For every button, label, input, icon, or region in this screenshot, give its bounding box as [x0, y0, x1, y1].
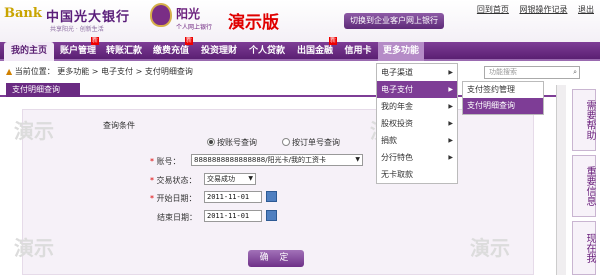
- search-icon[interactable]: ⌕: [573, 67, 577, 78]
- start-date-label: * 开始日期：: [150, 194, 197, 203]
- breadcrumb-item: 支付明细查询: [144, 67, 193, 76]
- chevron-right-icon: ▶: [448, 137, 453, 144]
- help-button[interactable]: 需要帮助: [572, 89, 596, 151]
- brand-title: 阳光: [176, 7, 201, 21]
- brand-subtitle: 个人网上银行: [176, 24, 213, 31]
- menu-item-cardless[interactable]: 无卡取款: [377, 166, 457, 183]
- scrollbar[interactable]: [556, 85, 566, 275]
- new-tag: 新: [184, 37, 193, 45]
- operation-log-link[interactable]: 网银操作记录: [519, 5, 567, 14]
- radio-checked-icon[interactable]: [207, 138, 215, 146]
- confirm-button[interactable]: 确 定: [248, 250, 304, 267]
- status-label: * 交易状态：: [150, 176, 197, 185]
- home-link[interactable]: 回到首页: [477, 5, 509, 14]
- nav-overseas[interactable]: 出国金融新: [292, 37, 338, 61]
- calendar-icon[interactable]: [266, 210, 277, 221]
- logout-link[interactable]: 退出: [578, 5, 594, 14]
- brand-emblem-icon: [150, 3, 172, 27]
- radio-by-order[interactable]: 按订单号查询: [282, 137, 340, 148]
- demo-badge: 演示版: [228, 13, 279, 33]
- bank-name: 中国光大银行: [46, 10, 131, 25]
- end-date-input[interactable]: 2011-11-01: [204, 210, 262, 222]
- chevron-right-icon: ▶: [448, 103, 453, 110]
- nav-payment[interactable]: 缴费充值新: [148, 37, 194, 61]
- main-nav: 我的主页 账户管理新 转账汇款 缴费充值新 投资理财 个人贷款 出国金融新 信用…: [0, 37, 600, 61]
- submenu-item-payment-detail[interactable]: 支付明细查询: [463, 98, 543, 114]
- end-date-label: 结束日期：: [157, 213, 197, 222]
- menu-item-annuity[interactable]: 我的年金 ▶: [377, 98, 457, 115]
- chevron-right-icon: ▶: [448, 86, 453, 93]
- menu-item-electronic-payment[interactable]: 电子支付 ▶: [377, 81, 457, 98]
- nav-loan[interactable]: 个人贷款: [244, 42, 290, 61]
- new-tag: 新: [90, 37, 99, 45]
- top-links: 回到首页 网银操作记录 退出: [469, 4, 594, 15]
- header-bar: Bank 中国光大银行 共享阳光 · 创新生活 阳光 个人网上银行 演示版 切换…: [0, 0, 600, 42]
- payment-submenu: 支付签约管理 支付明细查询: [462, 81, 544, 115]
- chevron-down-icon: ▼: [355, 156, 360, 163]
- demo-watermark: 演示: [14, 236, 54, 260]
- chevron-right-icon: ▶: [448, 154, 453, 161]
- menu-item-equity[interactable]: 股权投资 ▶: [377, 115, 457, 132]
- nav-more[interactable]: 更多功能: [378, 42, 424, 61]
- nav-home[interactable]: 我的主页: [4, 42, 54, 61]
- right-sidebar: 需要帮助 重要信息 现在我: [568, 85, 600, 275]
- bank-logo: Bank: [4, 6, 42, 21]
- home-icon: ▲: [6, 67, 13, 76]
- chevron-down-icon: ▼: [248, 175, 253, 182]
- nav-investment[interactable]: 投资理财: [196, 42, 242, 61]
- tab-payment-detail[interactable]: 支付明细查询: [6, 83, 80, 97]
- section-title: 查询条件: [103, 121, 135, 130]
- chevron-right-icon: ▶: [448, 120, 453, 127]
- breadcrumb-item[interactable]: 电子支付: [101, 67, 133, 76]
- bank-slogan: 共享阳光 · 创新生活: [50, 26, 104, 33]
- demo-watermark: 演示: [470, 236, 510, 260]
- now-button[interactable]: 现在我: [572, 221, 596, 275]
- radio-by-account[interactable]: 按账号查询: [207, 137, 257, 148]
- submenu-item-payment-contract[interactable]: 支付签约管理: [463, 82, 543, 98]
- menu-item-electronic-channel[interactable]: 电子渠道 ▶: [377, 64, 457, 81]
- switch-to-corporate-button[interactable]: 切换到企业客户网上银行: [344, 13, 444, 29]
- status-select[interactable]: 交易成功 ▼: [204, 173, 256, 185]
- new-tag: 新: [328, 37, 337, 45]
- menu-item-donation[interactable]: 捐款 ▶: [377, 132, 457, 149]
- more-functions-menu: 电子渠道 ▶ 电子支付 ▶ 我的年金 ▶ 股权投资 ▶ 捐款 ▶ 分行特色 ▶ 无卡取款: [376, 63, 458, 184]
- start-date-input[interactable]: 2011-11-01: [204, 191, 262, 203]
- function-search-input[interactable]: 功能搜索 ⌕: [484, 66, 580, 79]
- breadcrumb: ▲ 当前位置： 更多功能 > 电子支付 > 支付明细查询: [6, 67, 193, 76]
- breadcrumb-item[interactable]: 更多功能: [57, 67, 89, 76]
- menu-item-branch[interactable]: 分行特色 ▶: [377, 149, 457, 166]
- radio-unchecked-icon[interactable]: [282, 138, 290, 146]
- nav-credit-card[interactable]: 信用卡: [340, 42, 376, 61]
- calendar-icon[interactable]: [266, 191, 277, 202]
- demo-watermark: 演示: [14, 119, 54, 143]
- nav-transfer[interactable]: 转账汇款: [102, 42, 146, 61]
- nav-account[interactable]: 账户管理新: [56, 37, 100, 61]
- account-select[interactable]: 8888888888888888/阳光卡/我的工资卡 ▼: [191, 154, 363, 166]
- important-info-button[interactable]: 重要信息: [572, 155, 596, 217]
- chevron-right-icon: ▶: [448, 69, 453, 76]
- account-label: * 账号：: [150, 157, 181, 166]
